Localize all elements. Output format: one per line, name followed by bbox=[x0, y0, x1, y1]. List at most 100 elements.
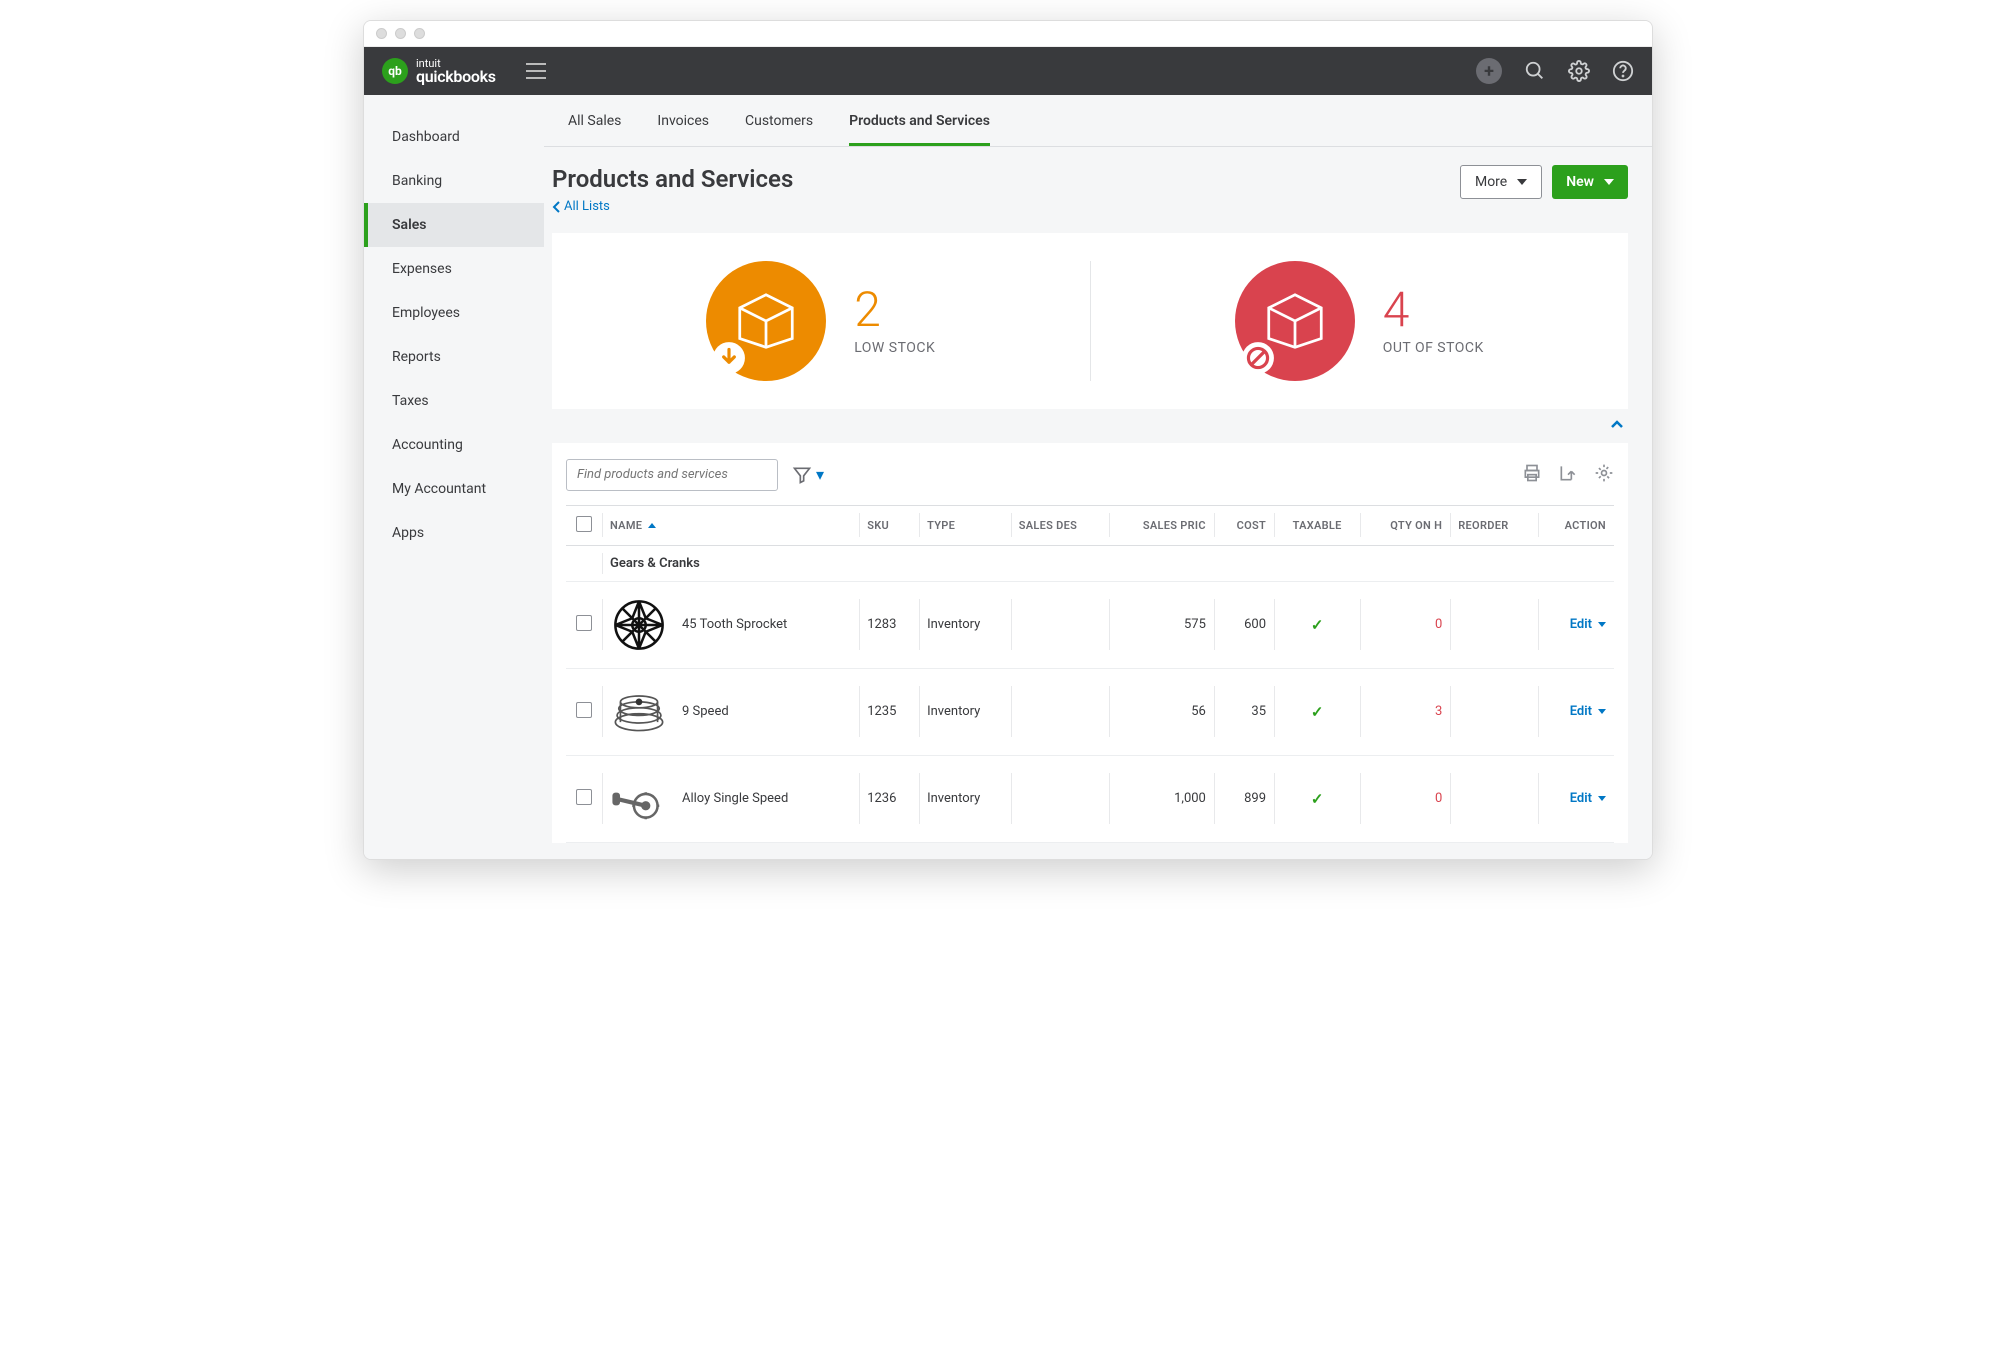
caret-down-icon bbox=[1517, 179, 1527, 185]
table-row: 9 Speed 1235 Inventory 56 35 ✓ 3 Edit bbox=[566, 668, 1614, 755]
sidenav: DashboardBankingSalesExpensesEmployeesRe… bbox=[364, 95, 544, 859]
col-desc[interactable]: SALES DES bbox=[1011, 505, 1110, 545]
cell-desc bbox=[1011, 755, 1110, 842]
sidenav-item-banking[interactable]: Banking bbox=[364, 159, 544, 203]
chevron-left-icon bbox=[552, 201, 560, 213]
col-taxable[interactable]: TAXABLE bbox=[1274, 505, 1360, 545]
checkmark-icon: ✓ bbox=[1311, 703, 1324, 721]
sidenav-item-sales[interactable]: Sales bbox=[364, 203, 544, 247]
cell-desc bbox=[1011, 581, 1110, 668]
page-title: Products and Services bbox=[552, 165, 793, 193]
tabs: All Sales Invoices Customers Products and S… bbox=[544, 95, 1652, 147]
col-reorder[interactable]: REORDER bbox=[1450, 505, 1538, 545]
print-icon[interactable] bbox=[1522, 463, 1542, 487]
sidenav-item-dashboard[interactable]: Dashboard bbox=[364, 115, 544, 159]
low-stock-label: LOW STOCK bbox=[854, 340, 935, 356]
caret-down-icon bbox=[1598, 709, 1606, 714]
logo-badge-icon: qb bbox=[382, 58, 408, 84]
cell-type: Inventory bbox=[919, 581, 1011, 668]
edit-button[interactable]: Edit bbox=[1570, 704, 1606, 719]
cell-qty: 0 bbox=[1360, 581, 1450, 668]
tab-invoices[interactable]: Invoices bbox=[657, 113, 709, 146]
table-row: Alloy Single Speed 1236 Inventory 1,000 … bbox=[566, 755, 1614, 842]
col-type[interactable]: TYPE bbox=[919, 505, 1011, 545]
product-name: 9 Speed bbox=[682, 704, 729, 719]
sidenav-item-employees[interactable]: Employees bbox=[364, 291, 544, 335]
add-button[interactable]: + bbox=[1476, 58, 1502, 84]
traffic-max[interactable] bbox=[414, 28, 425, 39]
hamburger-icon[interactable] bbox=[526, 63, 546, 79]
table-row: 45 Tooth Sprocket 1283 Inventory 575 600… bbox=[566, 581, 1614, 668]
checkmark-icon: ✓ bbox=[1311, 790, 1324, 808]
tab-all-sales[interactable]: All Sales bbox=[568, 113, 621, 146]
col-action[interactable]: ACTION bbox=[1538, 505, 1614, 545]
cell-qty: 0 bbox=[1360, 755, 1450, 842]
gear-icon[interactable] bbox=[1568, 60, 1590, 82]
col-sku[interactable]: SKU bbox=[859, 505, 919, 545]
filter-button[interactable]: ▾ bbox=[792, 465, 824, 485]
sidenav-item-reports[interactable]: Reports bbox=[364, 335, 544, 379]
row-checkbox[interactable] bbox=[576, 702, 592, 718]
cell-qty: 3 bbox=[1360, 668, 1450, 755]
stock-panel: 2 LOW STOCK 4 OUT OF STOCK bbox=[552, 233, 1628, 409]
main-content: All Sales Invoices Customers Products and S… bbox=[544, 95, 1652, 859]
logo[interactable]: qb intuit quickbooks bbox=[382, 58, 496, 85]
cell-reorder bbox=[1450, 755, 1538, 842]
plus-icon: + bbox=[1476, 58, 1502, 84]
row-checkbox[interactable] bbox=[576, 615, 592, 631]
app-window: qb intuit quickbooks + Dashboar bbox=[363, 20, 1653, 860]
low-stock-count: 2 bbox=[854, 286, 935, 334]
sidenav-item-taxes[interactable]: Taxes bbox=[364, 379, 544, 423]
topbar: qb intuit quickbooks + bbox=[364, 47, 1652, 95]
search-icon[interactable] bbox=[1524, 60, 1546, 82]
cell-price: 1,000 bbox=[1109, 755, 1214, 842]
cell-desc bbox=[1011, 668, 1110, 755]
edit-button[interactable]: Edit bbox=[1570, 791, 1606, 806]
col-qty[interactable]: QTY ON H bbox=[1360, 505, 1450, 545]
sidenav-item-apps[interactable]: Apps bbox=[364, 511, 544, 555]
more-button[interactable]: More bbox=[1460, 165, 1542, 199]
cell-reorder bbox=[1450, 581, 1538, 668]
col-name[interactable]: NAME bbox=[602, 505, 859, 545]
product-image bbox=[610, 770, 668, 828]
help-icon[interactable] bbox=[1612, 60, 1634, 82]
mac-titlebar bbox=[364, 21, 1652, 47]
tab-products-and-services[interactable]: Products and Services bbox=[849, 113, 990, 146]
low-stock-icon bbox=[706, 261, 826, 381]
new-button[interactable]: New bbox=[1552, 165, 1628, 199]
sidenav-item-expenses[interactable]: Expenses bbox=[364, 247, 544, 291]
products-table: NAME SKU TYPE SALES DES SALES PRIC COST … bbox=[566, 505, 1614, 843]
sidenav-item-my-accountant[interactable]: My Accountant bbox=[364, 467, 544, 511]
cell-price: 56 bbox=[1109, 668, 1214, 755]
cell-cost: 899 bbox=[1214, 755, 1274, 842]
products-table-panel: ▾ NAME SKU TYPE bbox=[552, 443, 1628, 843]
tab-customers[interactable]: Customers bbox=[745, 113, 813, 146]
product-image bbox=[610, 596, 668, 654]
col-cost[interactable]: COST bbox=[1214, 505, 1274, 545]
export-icon[interactable] bbox=[1558, 463, 1578, 487]
group-label: Gears & Cranks bbox=[602, 545, 1614, 581]
cell-price: 575 bbox=[1109, 581, 1214, 668]
edit-button[interactable]: Edit bbox=[1570, 617, 1606, 632]
caret-down-icon: ▾ bbox=[816, 465, 824, 484]
collapse-panel-icon[interactable] bbox=[1610, 417, 1624, 433]
traffic-close[interactable] bbox=[376, 28, 387, 39]
search-input[interactable] bbox=[566, 459, 778, 491]
cell-sku: 1236 bbox=[859, 755, 919, 842]
out-of-stock-count: 4 bbox=[1383, 286, 1484, 334]
group-row: Gears & Cranks bbox=[566, 545, 1614, 581]
out-of-stock-tile[interactable]: 4 OUT OF STOCK bbox=[1090, 261, 1629, 381]
select-all-checkbox[interactable] bbox=[576, 516, 592, 532]
cell-type: Inventory bbox=[919, 755, 1011, 842]
cell-sku: 1235 bbox=[859, 668, 919, 755]
low-stock-tile[interactable]: 2 LOW STOCK bbox=[552, 261, 1090, 381]
back-link[interactable]: All Lists bbox=[552, 199, 610, 214]
col-price[interactable]: SALES PRIC bbox=[1109, 505, 1214, 545]
cell-sku: 1283 bbox=[859, 581, 919, 668]
table-settings-icon[interactable] bbox=[1594, 463, 1614, 487]
row-checkbox[interactable] bbox=[576, 789, 592, 805]
traffic-min[interactable] bbox=[395, 28, 406, 39]
sidenav-item-accounting[interactable]: Accounting bbox=[364, 423, 544, 467]
cell-cost: 35 bbox=[1214, 668, 1274, 755]
out-of-stock-icon bbox=[1235, 261, 1355, 381]
